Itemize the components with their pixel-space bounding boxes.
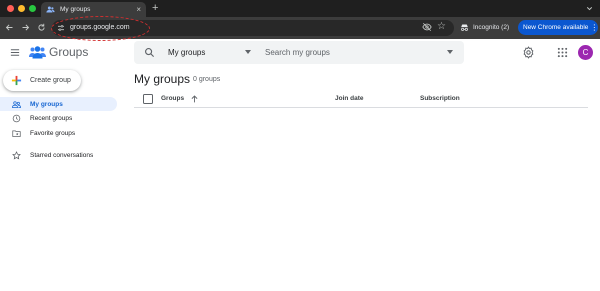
chevron-down-icon[interactable] bbox=[585, 4, 594, 13]
select-all-checkbox[interactable] bbox=[143, 94, 153, 104]
settings-gear-icon[interactable] bbox=[522, 46, 535, 59]
scope-caret-down-icon[interactable] bbox=[245, 50, 251, 54]
sidebar-item-starred-conversations[interactable]: Starred conversations bbox=[0, 148, 117, 162]
incognito-indicator[interactable]: Incognito (2) bbox=[456, 20, 516, 35]
create-group-button[interactable]: Create group bbox=[3, 70, 81, 91]
close-window-button[interactable] bbox=[7, 5, 14, 12]
reload-icon[interactable] bbox=[37, 23, 46, 32]
sidebar-item-my-groups[interactable]: My groups bbox=[0, 97, 117, 111]
groups-favicon-icon bbox=[46, 6, 55, 13]
groups-logo-icon[interactable] bbox=[29, 45, 46, 59]
search-input[interactable] bbox=[265, 47, 445, 58]
browser-titlebar: My groups × + bbox=[0, 0, 600, 17]
search-icon[interactable] bbox=[144, 47, 155, 58]
folder-star-icon bbox=[12, 130, 21, 137]
search-options-caret-icon[interactable] bbox=[447, 50, 453, 54]
search-bar: My groups bbox=[134, 41, 464, 64]
group-count: 0 groups bbox=[193, 76, 221, 83]
sidebar-item-label: Recent groups bbox=[30, 114, 73, 122]
people-icon bbox=[12, 100, 21, 108]
forward-arrow-icon[interactable] bbox=[21, 23, 30, 32]
sidebar-item-favorite-groups[interactable]: Favorite groups bbox=[0, 126, 117, 140]
incognito-icon bbox=[461, 24, 468, 31]
more-vert-icon: ⋮ bbox=[590, 22, 599, 32]
column-header-groups[interactable]: Groups bbox=[161, 95, 184, 102]
new-tab-button[interactable]: + bbox=[152, 2, 158, 14]
app-name[interactable]: Groups bbox=[49, 44, 88, 60]
groups-table-header: Groups Join date Subscription bbox=[134, 91, 588, 108]
column-header-subscription[interactable]: Subscription bbox=[420, 95, 460, 102]
chrome-update-button[interactable]: New Chrome available ⋮ bbox=[518, 20, 598, 35]
column-header-join-date[interactable]: Join date bbox=[335, 95, 364, 102]
search-scope-dropdown[interactable]: My groups bbox=[168, 47, 205, 58]
main-menu-icon[interactable] bbox=[9, 47, 21, 58]
apps-grid-icon[interactable] bbox=[557, 47, 568, 58]
back-arrow-icon[interactable] bbox=[5, 23, 14, 32]
account-avatar[interactable]: C bbox=[578, 45, 593, 60]
incognito-label: Incognito (2) bbox=[473, 24, 510, 31]
sort-arrow-up-icon[interactable] bbox=[190, 94, 199, 104]
eye-off-icon[interactable] bbox=[422, 22, 432, 32]
star-icon bbox=[12, 150, 21, 159]
maximize-window-button[interactable] bbox=[29, 5, 36, 12]
chrome-update-label: New Chrome available bbox=[523, 24, 589, 31]
create-group-label: Create group bbox=[30, 77, 71, 84]
minimize-window-button[interactable] bbox=[18, 5, 25, 12]
browser-tab-my-groups[interactable]: My groups × bbox=[41, 2, 146, 17]
sidebar-item-label: Starred conversations bbox=[30, 151, 94, 159]
sidebar-item-label: My groups bbox=[30, 100, 63, 108]
bookmark-star-icon[interactable]: ☆ bbox=[437, 21, 446, 32]
tab-close-icon[interactable]: × bbox=[136, 5, 141, 14]
colorful-plus-icon bbox=[11, 75, 22, 86]
sidebar-item-label: Favorite groups bbox=[30, 129, 76, 137]
sidebar-item-recent-groups[interactable]: Recent groups bbox=[0, 111, 117, 125]
page-title: My groups bbox=[134, 72, 191, 86]
clock-icon bbox=[12, 114, 21, 122]
tab-title: My groups bbox=[60, 6, 91, 13]
url-highlight-annotation bbox=[51, 16, 150, 41]
